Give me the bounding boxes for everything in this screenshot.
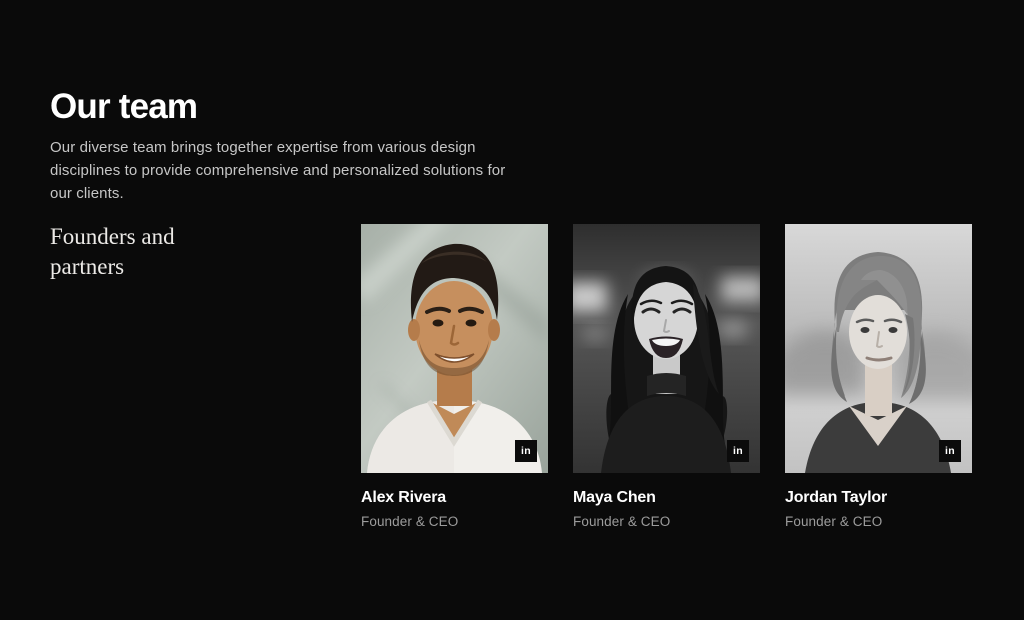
member-name: Maya Chen (573, 489, 760, 507)
linkedin-icon[interactable]: in (727, 440, 749, 462)
member-photo-jordan-taylor: in (785, 224, 972, 473)
member-role: Founder & CEO (573, 514, 760, 529)
member-role: Founder & CEO (361, 514, 548, 529)
team-page: Our team Our diverse team brings togethe… (0, 0, 1024, 620)
portrait-alex-rivera-illustration (361, 224, 548, 473)
portrait-maya-chen-illustration (573, 224, 760, 473)
team-card-alex-rivera: in Alex Rivera Founder & CEO (361, 224, 548, 529)
team-cards: in Alex Rivera Founder & CEO (361, 224, 972, 529)
member-photo-maya-chen: in (573, 224, 760, 473)
page-title: Our team (50, 86, 197, 128)
linkedin-icon[interactable]: in (939, 440, 961, 462)
member-name: Jordan Taylor (785, 489, 972, 507)
member-role: Founder & CEO (785, 514, 972, 529)
member-name: Alex Rivera (361, 489, 548, 507)
team-card-jordan-taylor: in Jordan Taylor Founder & CEO (785, 224, 972, 529)
portrait-jordan-taylor-illustration (785, 224, 972, 473)
linkedin-icon[interactable]: in (515, 440, 537, 462)
member-photo-alex-rivera: in (361, 224, 548, 473)
section-label-founders: Founders and partners (50, 222, 240, 282)
team-card-maya-chen: in Maya Chen Founder & CEO (573, 224, 760, 529)
page-subtitle: Our diverse team brings together experti… (50, 136, 528, 205)
